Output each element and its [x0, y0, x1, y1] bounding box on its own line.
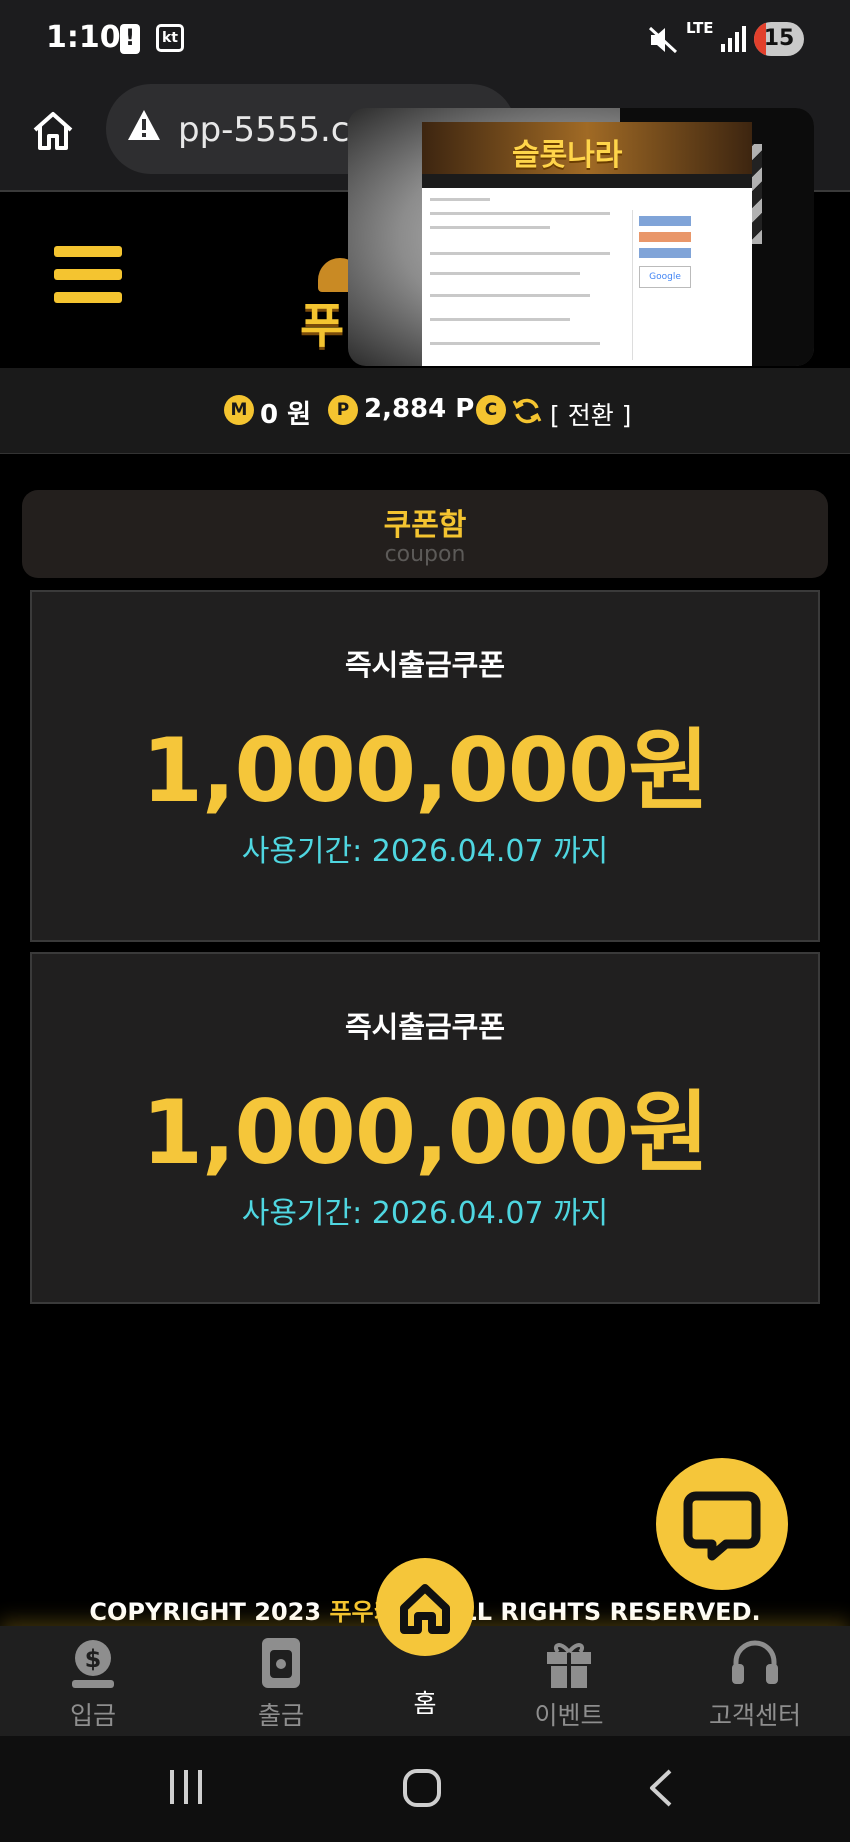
coupon-box-header: 쿠폰함 coupon — [22, 490, 828, 578]
pip-banner: 슬롯나라 — [422, 122, 752, 174]
nav-support-label: 고객센터 — [708, 1701, 801, 1730]
gift-icon — [547, 1643, 591, 1688]
site-logo[interactable]: 푸 — [300, 286, 344, 356]
battery-indicator: 15 — [754, 22, 804, 56]
lte-icon: LTE — [686, 19, 714, 37]
coupon-card[interactable]: 즉시출금쿠폰 1,000,000원 사용기간: 2026.04.07 까지 — [30, 952, 820, 1304]
coupon-name: 즉시출금쿠폰 — [344, 648, 506, 682]
system-navigation-bar — [0, 1736, 850, 1842]
status-time: 1:10 — [46, 20, 121, 55]
mute-icon — [648, 26, 678, 54]
recent-apps-icon[interactable] — [168, 1768, 204, 1806]
svg-text:$: $ — [85, 1645, 102, 1673]
deposit-icon: $ — [72, 1640, 114, 1688]
balance-bar: M 0 원 P 2,884 P C [ 전환 ] — [0, 368, 850, 454]
url-text: pp-5555.co — [178, 110, 371, 150]
nav-event-label: 이벤트 — [534, 1701, 604, 1730]
pip-webpage: 슬롯나라 Google — [422, 122, 752, 366]
coupon-name: 즉시출금쿠폰 — [344, 1010, 506, 1044]
status-bar: 1:10 ! kt LTE 15 — [0, 0, 850, 80]
coupon-card[interactable]: 즉시출금쿠폰 1,000,000원 사용기간: 2026.04.07 까지 — [30, 590, 820, 942]
headset-icon — [732, 1640, 778, 1684]
home-system-icon[interactable] — [402, 1768, 442, 1808]
chat-icon — [683, 1491, 761, 1561]
coupon-box-subtitle: coupon — [384, 542, 466, 567]
chat-button[interactable] — [656, 1458, 788, 1590]
coupon-expiry: 사용기간: 2026.04.07 까지 — [241, 1196, 609, 1231]
coupon-coin-icon: C — [476, 395, 506, 425]
coupon-box-title: 쿠폰함 — [383, 508, 467, 543]
nav-support[interactable]: 고객센터 — [680, 1636, 830, 1732]
carrier-badge: kt — [156, 24, 184, 52]
nav-home-label: 홈 — [413, 1689, 437, 1718]
withdraw-icon — [262, 1638, 300, 1688]
picture-in-picture-window[interactable]: 슬롯나라 Google — [348, 108, 814, 366]
refresh-icon[interactable] — [512, 396, 542, 426]
signal-icon — [721, 26, 746, 52]
point-coin-icon: P — [328, 395, 358, 425]
coupon-amount: 1,000,000원 — [141, 719, 709, 822]
back-icon[interactable] — [646, 1768, 674, 1808]
nav-withdraw-label: 출금 — [257, 1701, 304, 1730]
home-icon — [400, 1584, 450, 1634]
warning-icon — [128, 110, 160, 140]
convert-button[interactable]: [ 전환 ] — [550, 396, 631, 432]
money-balance: 0 원 — [260, 400, 312, 430]
battery-alert-icon: ! — [120, 24, 140, 54]
nav-withdraw[interactable]: 출금 — [206, 1636, 356, 1732]
pip-search-box: Google — [639, 266, 691, 288]
nav-home[interactable]: 홈 — [376, 1558, 474, 1718]
browser-home-icon[interactable] — [30, 108, 76, 154]
coupon-expiry: 사용기간: 2026.04.07 까지 — [241, 834, 609, 869]
nav-deposit-label: 입금 — [69, 1701, 116, 1730]
pip-banner-text: 슬롯나라 — [512, 138, 623, 173]
money-coin-icon: M — [224, 395, 254, 425]
nav-deposit[interactable]: $ 입금 — [18, 1636, 168, 1732]
coupon-amount: 1,000,000원 — [141, 1081, 709, 1184]
point-balance: 2,884 P — [364, 394, 475, 424]
nav-event[interactable]: 이벤트 — [494, 1636, 644, 1732]
menu-icon[interactable] — [54, 246, 122, 304]
